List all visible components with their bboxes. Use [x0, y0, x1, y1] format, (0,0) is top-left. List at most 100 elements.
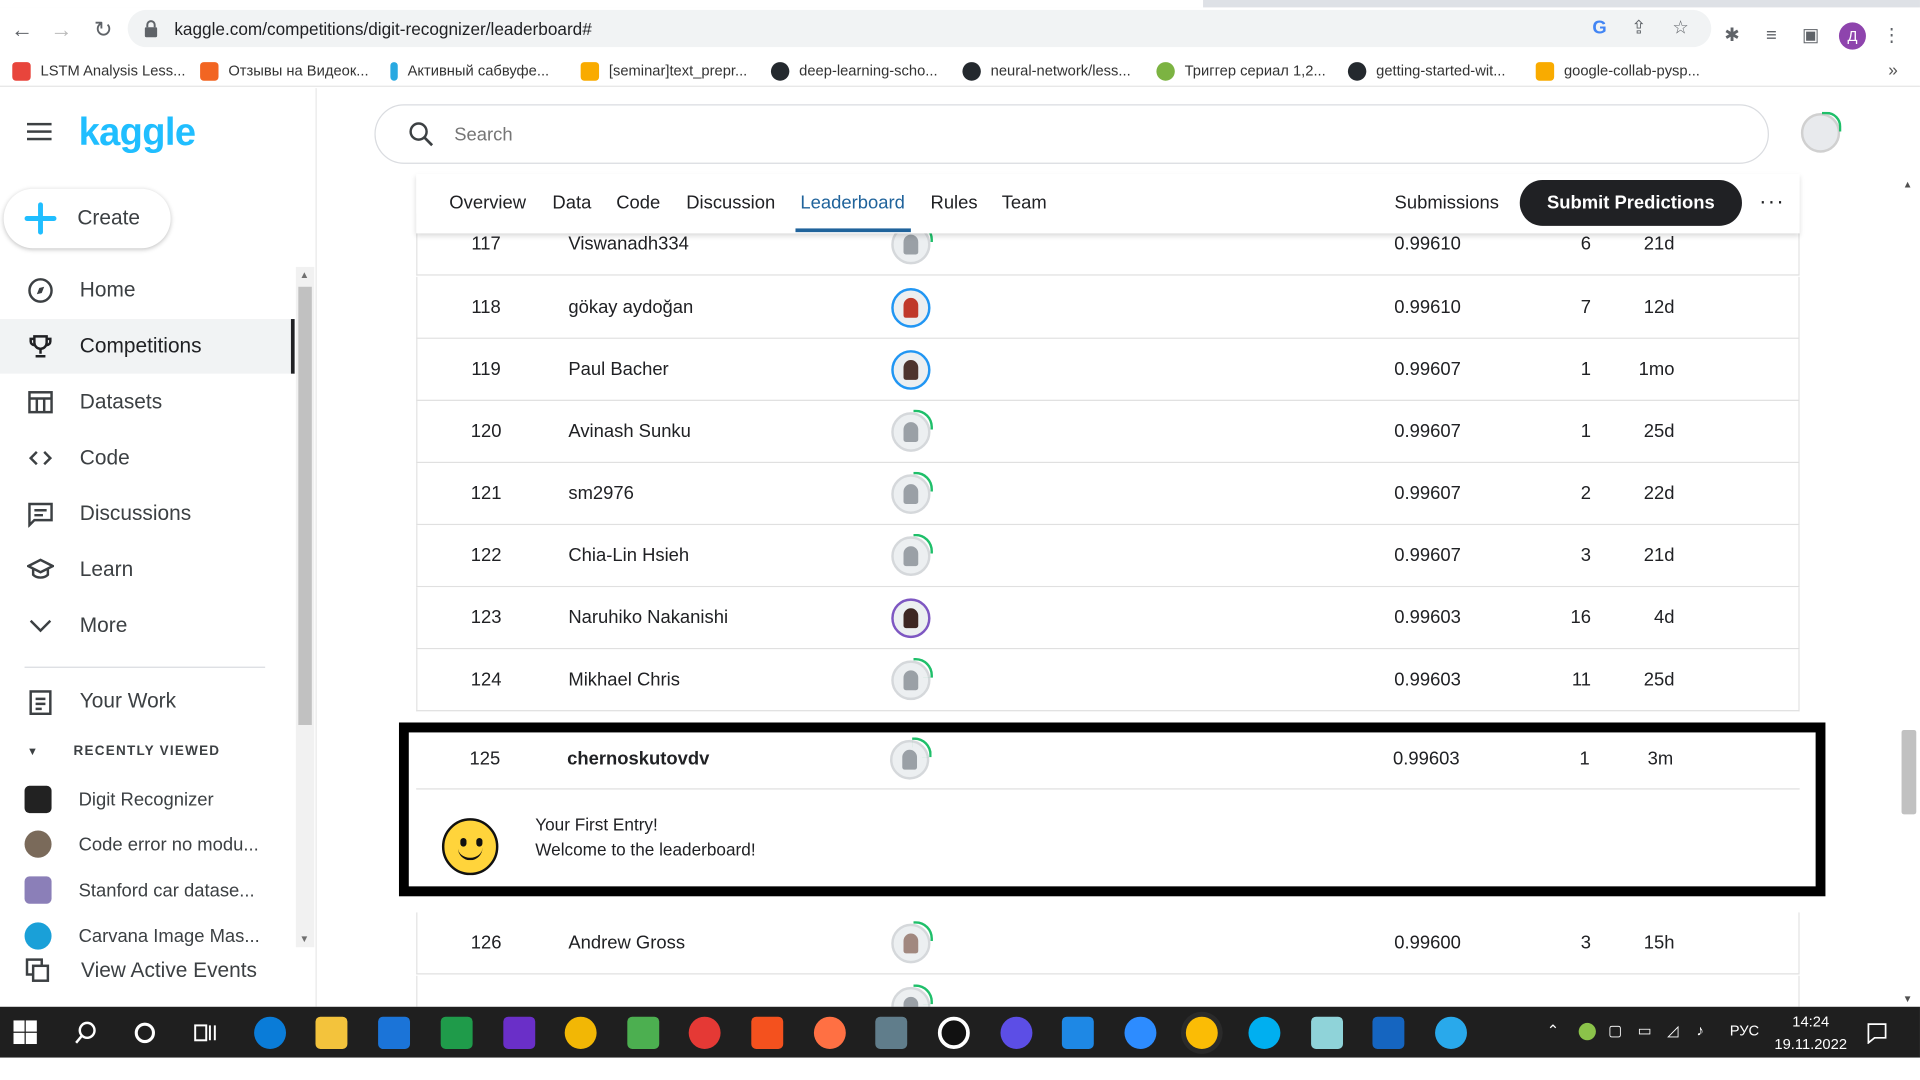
app-icon[interactable]	[1311, 1016, 1343, 1049]
omnibox[interactable]: kaggle.com/competitions/digit-recognizer…	[127, 9, 1712, 48]
vscode-icon[interactable]	[1061, 1016, 1094, 1049]
tab-code[interactable]: Code	[616, 192, 660, 213]
view-active-events[interactable]: View Active Events	[25, 957, 257, 984]
team-name[interactable]: Avinash Sunku	[568, 421, 691, 442]
record-icon[interactable]	[937, 1016, 970, 1049]
scroll-up-icon[interactable]: ▲	[300, 269, 310, 280]
more-options-icon[interactable]: ···	[1759, 189, 1785, 215]
side-panel-icon[interactable]: ▣	[1797, 22, 1824, 49]
search-bar[interactable]	[374, 104, 1769, 164]
pycharm-icon[interactable]	[440, 1016, 473, 1049]
team-name[interactable]: sm2976	[568, 483, 634, 504]
team-avatar[interactable]	[891, 921, 933, 964]
forward-icon[interactable]: →	[47, 15, 76, 45]
edge-icon[interactable]	[254, 1016, 287, 1049]
team-avatar[interactable]	[891, 409, 933, 452]
recent-item[interactable]: Stanford car datase...	[24, 868, 295, 913]
table-row[interactable]: 123 Naruhiko Nakanishi 0.99603 16 4d	[416, 587, 1800, 650]
back-icon[interactable]: ←	[7, 15, 36, 45]
recent-item[interactable]: Carvana Image Mas...	[24, 914, 295, 959]
table-row-partial[interactable]	[416, 975, 1800, 1007]
sidebar-item-learn[interactable]: Learn	[0, 542, 295, 597]
scroll-up-icon[interactable]: ▲	[1903, 179, 1913, 190]
file-explorer-icon[interactable]	[315, 1016, 348, 1049]
team-avatar[interactable]	[891, 657, 933, 701]
sidebar-item-datasets[interactable]: Datasets	[0, 375, 295, 430]
sidebar-item-home[interactable]: Home	[0, 263, 295, 318]
tab-team[interactable]: Team	[1002, 192, 1047, 213]
reload-icon[interactable]: ↻	[88, 15, 117, 45]
profile-avatar[interactable]: Д	[1838, 22, 1866, 50]
team-name[interactable]: Paul Bacher	[568, 359, 668, 380]
table-row[interactable]: 126 Andrew Gross 0.99600 3 15h	[416, 912, 1800, 975]
recent-item[interactable]: Code error no modu...	[24, 822, 295, 867]
team-avatar[interactable]	[891, 288, 931, 328]
browser-menu-icon[interactable]: ⋮	[1878, 22, 1905, 49]
user-avatar[interactable]	[1800, 111, 1842, 153]
app-icon[interactable]	[751, 1016, 784, 1049]
team-avatar[interactable]	[890, 737, 932, 780]
team-name[interactable]: gökay aydoğan	[568, 297, 693, 318]
search-input[interactable]	[454, 123, 1560, 145]
task-view-icon[interactable]	[193, 1020, 218, 1045]
scrollbar-thumb[interactable]	[298, 286, 312, 725]
volume-icon[interactable]: ♪	[1697, 1022, 1704, 1039]
sidebar-item-discussions[interactable]: Discussions	[0, 487, 295, 542]
team-avatar[interactable]	[891, 984, 933, 1007]
team-name[interactable]: Mikhael Chris	[568, 669, 680, 690]
tab-discussion[interactable]: Discussion	[686, 192, 775, 213]
tab-overview[interactable]: Overview	[449, 192, 526, 213]
bookmark-item[interactable]: getting-started-wit...	[1347, 60, 1505, 82]
bookmark-item[interactable]: Отзывы на Видеок...	[200, 60, 369, 82]
tray-app-icon[interactable]	[1578, 1022, 1596, 1041]
table-row[interactable]: 118 gökay aydoğan 0.99610 7 12d	[416, 276, 1800, 339]
scroll-down-icon[interactable]: ▼	[1903, 993, 1913, 1004]
sidebar-item-your-work[interactable]: Your Work	[0, 674, 295, 729]
page-scrollbar[interactable]: ▲ ▼	[1897, 173, 1920, 1007]
table-row[interactable]: 120 Avinash Sunku 0.99607 1 25d	[416, 400, 1800, 464]
scrollbar-thumb[interactable]	[1901, 729, 1917, 815]
yandex-icon[interactable]	[688, 1016, 721, 1049]
windows-start-icon[interactable]	[13, 1020, 37, 1045]
submissions-link[interactable]: Submissions	[1395, 192, 1499, 213]
submit-predictions-button[interactable]: Submit Predictions	[1519, 180, 1742, 226]
create-button[interactable]: Create	[3, 188, 171, 249]
hamburger-menu-icon[interactable]	[27, 122, 52, 141]
notifications-icon[interactable]	[1866, 1022, 1888, 1045]
tab-leaderboard[interactable]: Leaderboard	[800, 192, 904, 213]
team-name[interactable]: Andrew Gross	[568, 932, 685, 953]
media-icon[interactable]: ≡	[1758, 22, 1785, 49]
language-indicator[interactable]: РУС	[1730, 1022, 1760, 1039]
cortana-icon[interactable]	[133, 1020, 158, 1045]
active-browser-tab[interactable]	[0, 0, 1204, 8]
recent-item[interactable]: Digit Recognizer	[24, 777, 295, 822]
table-row[interactable]: 119 Paul Bacher 0.99607 1 1mo	[416, 338, 1800, 401]
share-icon[interactable]: ⇪	[1628, 17, 1650, 39]
chrome-icon[interactable]	[1185, 1016, 1218, 1049]
app-icon[interactable]	[875, 1016, 908, 1049]
team-name[interactable]: Naruhiko Nakanishi	[568, 607, 728, 628]
sidebar-scrollbar[interactable]: ▲ ▼	[295, 266, 315, 948]
table-row[interactable]: 124 Mikhael Chris 0.99603 11 25d	[416, 649, 1800, 712]
recently-viewed-header[interactable]: ▼ RECENTLY VIEWED	[27, 744, 220, 759]
skype-icon[interactable]	[1248, 1016, 1281, 1049]
google-icon[interactable]: G	[1589, 17, 1611, 39]
team-name[interactable]: Chia-Lin Hsieh	[568, 545, 689, 566]
sidebar-item-more[interactable]: More	[0, 598, 295, 653]
app-icon[interactable]	[627, 1016, 660, 1049]
sidebar-item-competitions[interactable]: Competitions	[0, 319, 295, 374]
team-avatar[interactable]	[891, 598, 931, 639]
mail-icon[interactable]	[378, 1016, 411, 1049]
team-avatar[interactable]	[891, 350, 931, 390]
table-row[interactable]: 121 sm2976 0.99607 2 22d	[416, 463, 1800, 526]
tray-app-icon[interactable]: ▢	[1608, 1022, 1622, 1039]
team-avatar[interactable]	[891, 471, 933, 514]
app-icon[interactable]	[564, 1016, 597, 1049]
wifi-icon[interactable]: ◿	[1667, 1022, 1678, 1039]
table-row-self[interactable]: 125 chernoskutovdv 0.99603 1 3m	[416, 732, 1800, 790]
app-icon[interactable]	[1372, 1016, 1405, 1049]
star-icon[interactable]: ☆	[1670, 17, 1692, 39]
bookmark-item[interactable]: Триггер сериал 1,2...	[1156, 60, 1326, 82]
sidebar-item-code[interactable]: Code	[0, 431, 295, 486]
bookmark-item[interactable]: Активный сабвуфе...	[390, 60, 549, 82]
